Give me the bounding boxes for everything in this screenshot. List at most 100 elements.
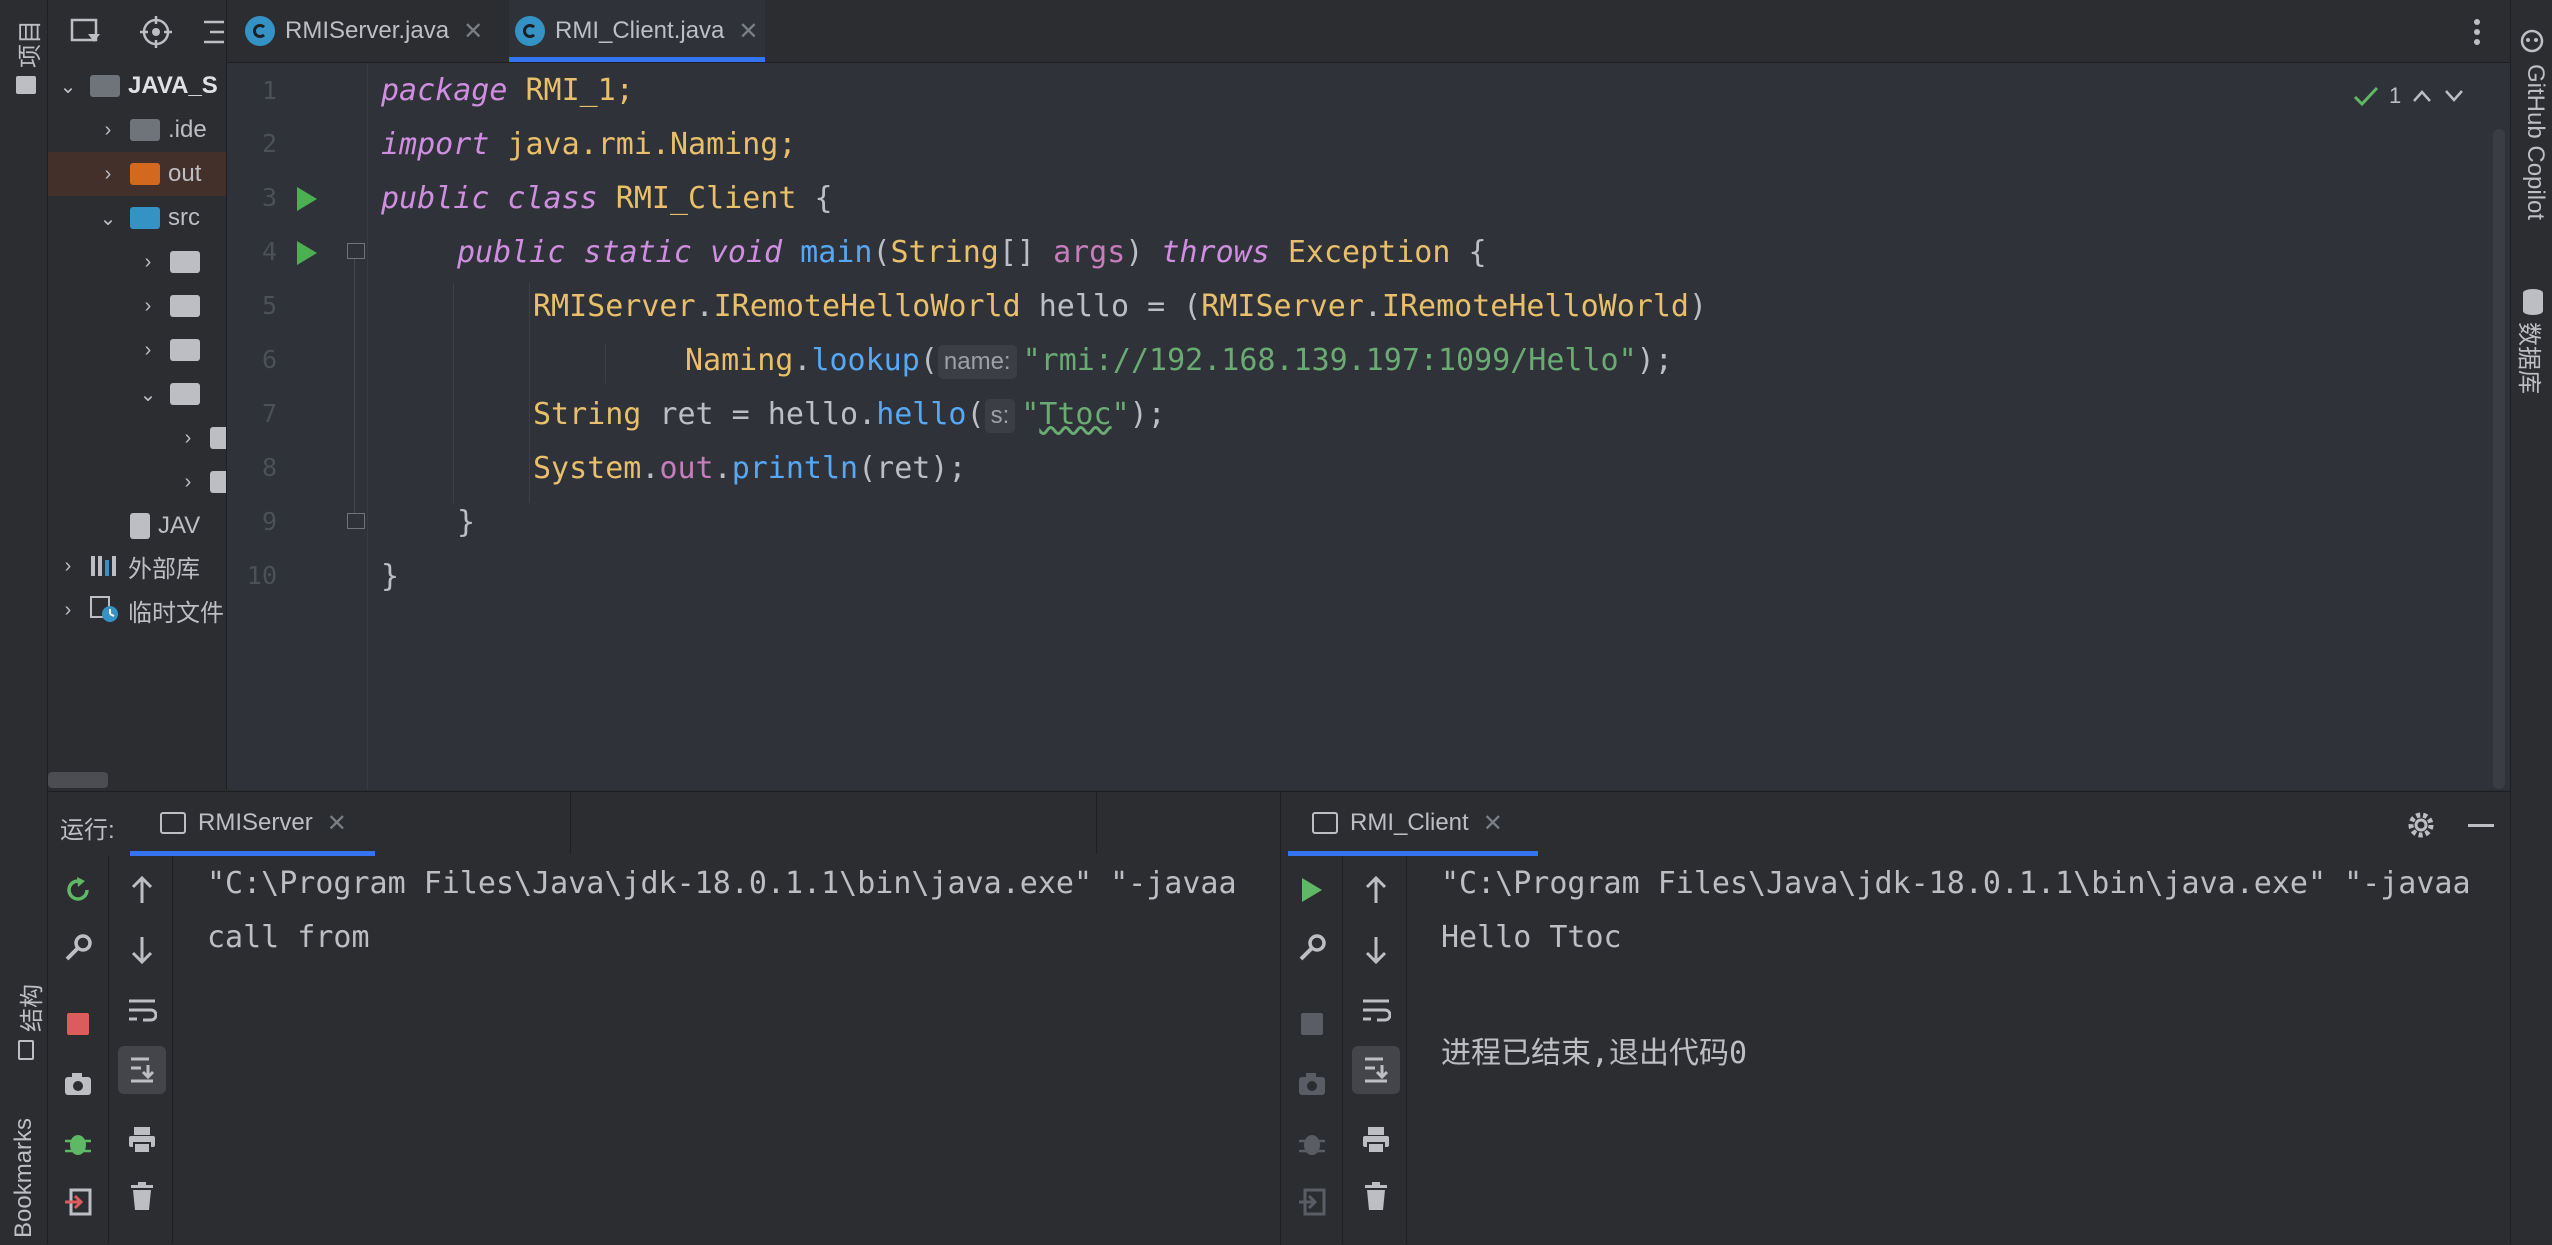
copilot-label: GitHub Copilot (2522, 64, 2549, 221)
arrow-up-icon[interactable] (1356, 870, 1396, 910)
debug-bug-icon[interactable] (58, 1124, 98, 1164)
collapse-all-icon[interactable] (200, 16, 226, 48)
camera-icon[interactable] (58, 1064, 98, 1104)
java-class-icon (245, 16, 275, 46)
run-tab-rmi-client[interactable]: RMI_Client ✕ (1312, 792, 1503, 854)
more-options-icon[interactable] (2467, 16, 2487, 48)
tree-item[interactable]: ⌄ src (96, 196, 200, 240)
print-icon[interactable] (122, 1120, 162, 1160)
console-icon (160, 812, 186, 834)
tree-item[interactable]: ›JAV (96, 504, 200, 548)
exit-icon[interactable] (58, 1182, 98, 1222)
fold-icon[interactable] (347, 513, 365, 529)
trash-icon[interactable] (1356, 1176, 1396, 1216)
line-number: 1 (261, 76, 277, 105)
tree-item[interactable]: › .ide (96, 108, 207, 152)
tree-external-libraries[interactable]: › 外部库 (56, 544, 200, 588)
soft-wrap-icon[interactable] (122, 990, 162, 1030)
tree-item[interactable]: › (176, 416, 226, 460)
arrow-down-icon[interactable] (122, 930, 162, 970)
database-button[interactable]: 数据库 (2515, 286, 2549, 406)
scratches-icon (90, 596, 120, 624)
tab-separator (1096, 792, 1097, 854)
project-panel: ⌄ JAVA_S ›.ide›out⌄src›››⌄›››JAV › 外部库 ›… (48, 0, 226, 790)
line-number: 4 (261, 237, 277, 266)
tree-scratches-label: 临时文件 (128, 599, 224, 627)
inspection-widget[interactable]: 1 (2353, 81, 2473, 111)
toolbar-divider (108, 856, 109, 1244)
exit-icon[interactable] (1292, 1182, 1332, 1222)
copilot-icon (2520, 29, 2544, 53)
scroll-to-end-icon[interactable] (1352, 1046, 1400, 1094)
tab-rmi-client[interactable]: RMI_Client.java ✕ (509, 0, 765, 62)
console-line: "C:\Program Files\Java\jdk-18.0.1.1\bin\… (1441, 866, 2471, 901)
tree-item-label: out (168, 160, 202, 187)
close-icon[interactable]: ✕ (463, 17, 483, 46)
run-main-icon[interactable] (297, 241, 317, 265)
close-icon[interactable]: ✕ (738, 17, 758, 46)
trash-icon[interactable] (122, 1176, 162, 1216)
tree-item[interactable]: ⌄ (136, 372, 208, 416)
toolbar-divider (1342, 856, 1343, 1244)
code-line-7: String ret = hello.hello(s: "Ttoc"); (533, 397, 1166, 433)
folder-icon (210, 427, 226, 449)
structure-tool-window-button[interactable]: 结构 (6, 980, 46, 1070)
print-icon[interactable] (1356, 1120, 1396, 1160)
tree-external-libraries-label: 外部库 (128, 555, 200, 583)
settings-gear-icon[interactable] (2406, 810, 2436, 840)
scroll-to-end-icon[interactable] (118, 1046, 166, 1094)
run-tab-label: RMIServer (198, 809, 313, 836)
locate-file-icon[interactable] (140, 16, 172, 48)
wrench-icon[interactable] (58, 928, 98, 968)
debug-bug-icon[interactable] (1292, 1124, 1332, 1164)
run-tab-rmiserver[interactable]: RMIServer ✕ (160, 792, 347, 854)
arrow-up-icon[interactable] (122, 870, 162, 910)
tab-label: RMIServer.java (285, 17, 450, 44)
split-divider[interactable] (1280, 791, 1281, 1244)
chevron-right-icon: › (104, 162, 112, 185)
active-tab-indicator (509, 57, 765, 62)
tree-root[interactable]: ⌄ JAVA_S (56, 64, 218, 108)
soft-wrap-icon[interactable] (1356, 990, 1396, 1030)
tree-item[interactable]: › (176, 460, 226, 504)
vertical-scrollbar[interactable] (2493, 129, 2505, 789)
tree-scratches[interactable]: › 临时文件 (56, 588, 224, 632)
tab-rmiserver[interactable]: RMIServer.java ✕ (245, 0, 483, 62)
close-icon[interactable]: ✕ (327, 809, 347, 838)
bookmarks-tool-window-button[interactable]: Bookmarks (4, 1110, 40, 1240)
tree-item[interactable]: › (136, 328, 208, 372)
indent-guide (605, 343, 606, 383)
tree-item[interactable]: › out (48, 152, 226, 196)
close-icon[interactable]: ✕ (1483, 809, 1503, 838)
editor-gutter: 1 2 3 4 5 6 7 8 9 10 (227, 63, 367, 790)
run-class-icon[interactable] (297, 187, 317, 211)
camera-icon[interactable] (1292, 1064, 1332, 1104)
stop-icon-disabled[interactable] (1292, 1004, 1332, 1044)
line-number: 9 (261, 507, 277, 536)
console-icon (1312, 812, 1338, 834)
project-view-dropdown[interactable] (70, 16, 106, 46)
tree-item[interactable]: › (136, 284, 208, 328)
horizontal-scrollbar-thumb[interactable] (48, 772, 108, 788)
run-icon[interactable] (1292, 870, 1332, 910)
line-number: 7 (261, 399, 277, 428)
console-rmiserver[interactable]: "C:\Program Files\Java\jdk-18.0.1.1\bin\… (173, 856, 1280, 1244)
project-toolbar (48, 0, 226, 64)
tree-item[interactable]: › (136, 240, 208, 284)
wrench-icon[interactable] (1292, 928, 1332, 968)
console-rmi-client[interactable]: "C:\Program Files\Java\jdk-18.0.1.1\bin\… (1407, 856, 2510, 1244)
stop-icon[interactable] (58, 1004, 98, 1044)
rerun-icon[interactable] (58, 870, 98, 910)
folder-icon (170, 339, 200, 361)
github-copilot-button[interactable]: GitHub Copilot (2519, 20, 2549, 270)
database-label: 数据库 (2515, 322, 2542, 394)
code-line-4: public static void main(String[] args) t… (457, 235, 1487, 270)
chevron-up-icon (2413, 90, 2432, 102)
code-editor[interactable]: 1 2 3 4 5 6 7 8 9 10 package RMI_1; impo… (227, 63, 2510, 790)
minimize-icon[interactable] (2468, 824, 2494, 827)
fold-icon[interactable] (347, 243, 365, 259)
code-line-3: public class RMI_Client { (381, 181, 833, 216)
bookmarks-label: Bookmarks (10, 1117, 37, 1238)
project-tool-window-button[interactable]: 项目 (6, 12, 44, 102)
arrow-down-icon[interactable] (1356, 930, 1396, 970)
